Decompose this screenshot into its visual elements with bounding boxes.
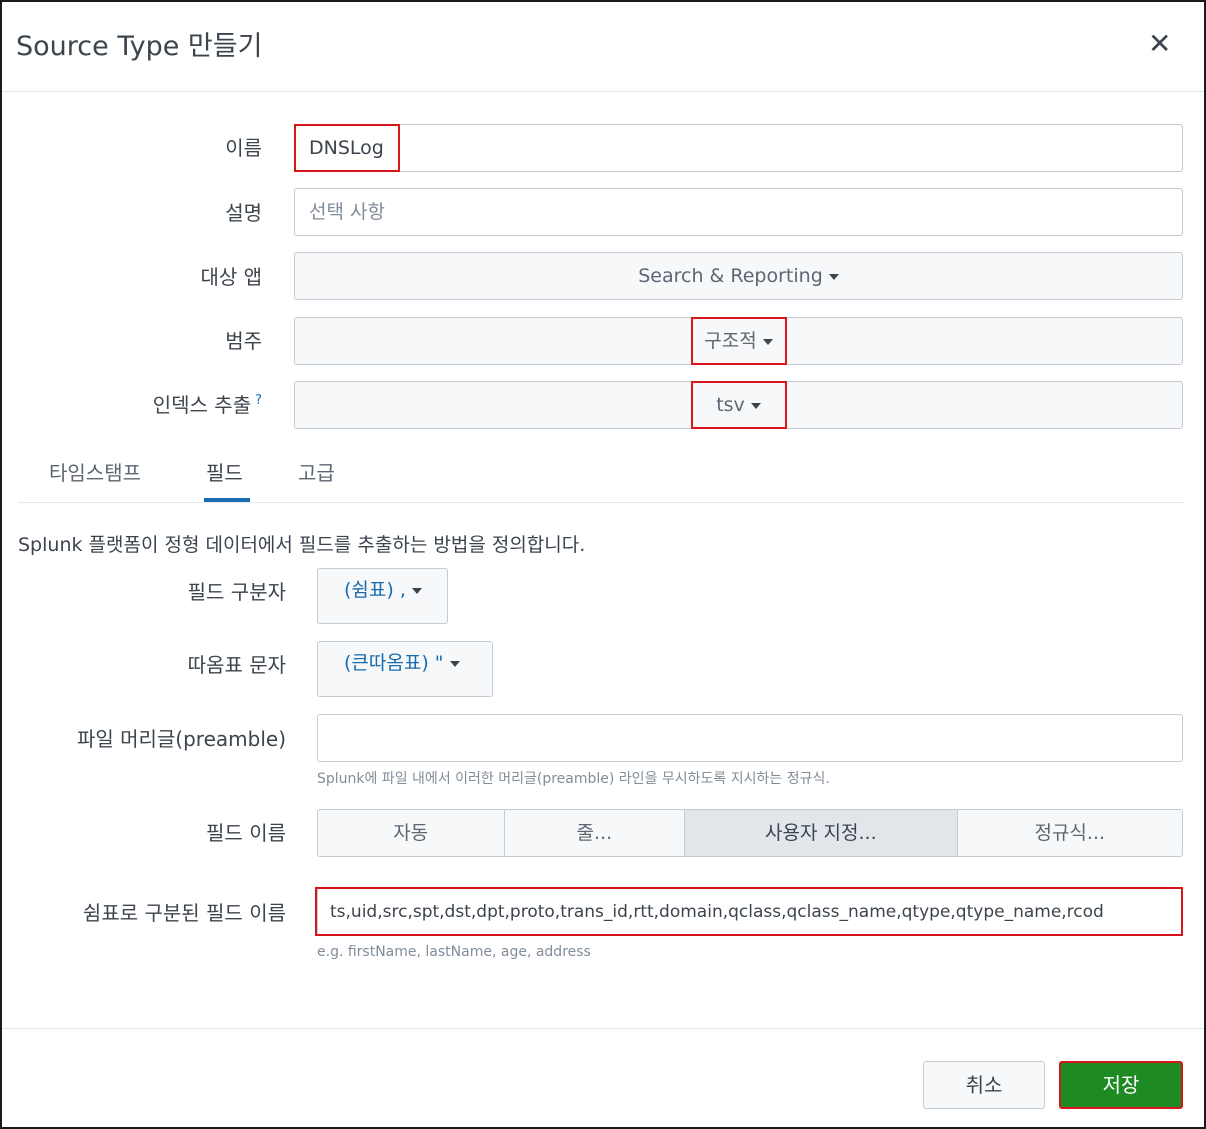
- index-extraction-label-text: 인덱스 추출: [152, 393, 252, 417]
- delimiter-label: 필드 구분자: [187, 580, 286, 604]
- preamble-help-text: Splunk에 파일 내에서 이러한 머리글(preamble) 라인을 무시하…: [317, 771, 830, 787]
- preamble-label: 파일 머리글(preamble): [76, 727, 286, 751]
- dialog-title: Source Type 만들기: [16, 31, 263, 62]
- csv-field-names-highlight-box: [315, 887, 1183, 936]
- category-label: 범주: [225, 329, 262, 353]
- quote-char-label: 따옴표 문자: [187, 653, 286, 677]
- tabs-divider: [18, 502, 1184, 503]
- save-button[interactable]: 저장: [1059, 1061, 1183, 1109]
- field-names-option-auto[interactable]: 자동: [318, 810, 505, 856]
- close-icon[interactable]: ✕: [1148, 30, 1171, 58]
- name-label: 이름: [225, 136, 262, 160]
- index-extraction-highlight-box: [691, 381, 787, 429]
- description-input[interactable]: 선택 사항: [294, 188, 1183, 236]
- quote-char-dropdown[interactable]: (큰따옴표) ": [317, 641, 493, 697]
- preamble-input[interactable]: [317, 714, 1183, 762]
- field-names-segmented-control: 자동 줄... 사용자 지정... 정규식...: [317, 809, 1183, 857]
- tab-advanced[interactable]: 고급: [298, 457, 335, 486]
- quote-char-value: (큰따옴표) ": [344, 652, 444, 674]
- target-app-value: Search & Reporting: [638, 265, 823, 287]
- create-source-type-dialog: Source Type 만들기 ✕ 이름 DNSLog 설명 선택 사항 대상 …: [0, 0, 1206, 1129]
- fields-description: Splunk 플랫폼이 정형 데이터에서 필드를 추출하는 방법을 정의합니다.: [18, 534, 586, 556]
- csv-field-names-help-text: e.g. firstName, lastName, age, address: [317, 944, 591, 960]
- field-names-option-regex[interactable]: 정규식...: [958, 810, 1182, 856]
- cancel-button[interactable]: 취소: [923, 1061, 1045, 1109]
- field-names-option-line[interactable]: 줄...: [505, 810, 686, 856]
- category-highlight-box: [691, 317, 787, 365]
- field-names-label: 필드 이름: [206, 821, 286, 845]
- tab-timestamp[interactable]: 타임스탬프: [49, 457, 141, 486]
- index-extraction-label: 인덱스 추출?: [62, 389, 262, 418]
- field-names-option-custom[interactable]: 사용자 지정...: [685, 810, 958, 856]
- tab-fields[interactable]: 필드: [206, 457, 243, 486]
- delimiter-value: (쉼표) ,: [344, 579, 406, 601]
- help-icon[interactable]: ?: [255, 393, 262, 408]
- caret-down-icon: [828, 273, 839, 280]
- delimiter-dropdown[interactable]: (쉼표) ,: [317, 568, 448, 624]
- footer-divider: [2, 1028, 1204, 1029]
- description-label: 설명: [225, 201, 262, 225]
- csv-field-names-label: 쉼표로 구분된 필드 이름: [82, 901, 286, 925]
- name-highlight-box: [294, 124, 400, 172]
- target-app-select[interactable]: Search & Reporting: [294, 252, 1183, 300]
- target-app-label: 대상 앱: [200, 265, 262, 289]
- caret-down-icon: [449, 660, 460, 667]
- dialog-header: Source Type 만들기 ✕: [2, 2, 1204, 92]
- name-input[interactable]: DNSLog: [294, 124, 1183, 172]
- caret-down-icon: [411, 587, 422, 594]
